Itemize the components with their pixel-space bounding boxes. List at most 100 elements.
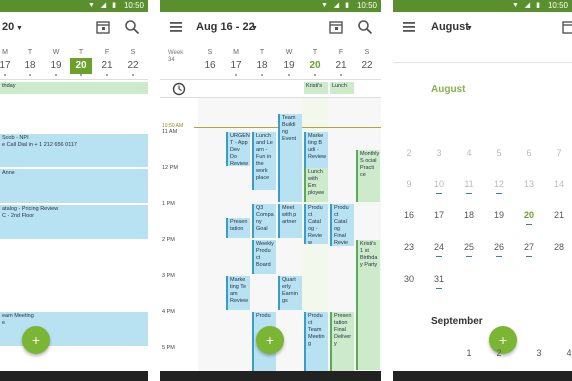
calendar-today-icon[interactable] — [95, 19, 111, 35]
dropdown-arrow-icon[interactable]: ▼ — [251, 25, 258, 32]
calendar-today-icon[interactable] — [561, 19, 572, 35]
event-scob-npi[interactable]: Scob - NPI e Call Dial in + 1 212 656 01… — [0, 134, 148, 167]
month-day-26[interactable]: 26 — [488, 242, 510, 252]
weekday-19[interactable]: W 19 — [278, 44, 300, 76]
search-icon[interactable] — [124, 19, 140, 35]
month-day-4[interactable]: 4 — [458, 148, 480, 158]
event-quarterly-earnings[interactable]: Quart erly Earnin gs — [278, 276, 302, 310]
event-team-building[interactable]: Team Buildi ng Event — [278, 114, 302, 202]
event-presentation-final[interactable]: Presen tation Final Deliver y — [330, 312, 354, 372]
month-day-24[interactable]: 24 — [428, 242, 450, 252]
month-day-27[interactable]: 27 — [518, 242, 540, 252]
event-lunch-and-learn[interactable]: Lunch and Le arn - Fun in the work place — [252, 132, 276, 190]
month-day-6[interactable]: 6 — [518, 148, 540, 158]
month-day-12[interactable]: 12 — [488, 179, 510, 189]
nav-bar — [160, 371, 381, 381]
month-day-23[interactable]: 23 — [398, 242, 420, 252]
event-lunch-employee[interactable]: Lunch with Em ployee — [304, 168, 328, 202]
status-bar: ▼ ◢ ▮ 10:50 — [0, 0, 148, 12]
weekday-16[interactable]: S 16 — [199, 44, 221, 74]
status-bar: ▼ ◢ ▮ 10:50 — [393, 0, 572, 12]
phone-week-view: ▼ ◢ ▮ 10:50 Aug 16 - 22 ▼ Week 34 S 16 M1… — [160, 0, 381, 381]
month-day-11[interactable]: 11 — [458, 179, 480, 189]
weekday-20-today[interactable]: T 20 — [304, 44, 326, 76]
toolbar-title[interactable]: August — [431, 21, 469, 33]
event-urgent-app-dev[interactable]: URGEN T - App Dev Do Review — [226, 132, 250, 166]
month-day-30[interactable]: 30 — [398, 274, 420, 284]
event-dot — [29, 74, 31, 76]
search-icon[interactable] — [357, 19, 373, 35]
toolbar: 20 ▼ — [0, 12, 148, 44]
event-indicator — [466, 193, 472, 194]
event-dot — [55, 74, 57, 76]
month-day-9[interactable]: 9 — [398, 179, 420, 189]
month-day-3[interactable]: 3 — [428, 148, 450, 158]
calendar-today-icon[interactable] — [328, 19, 344, 35]
weekday-17[interactable]: M 17 — [0, 44, 16, 76]
event-birthday[interactable]: thday — [0, 82, 148, 94]
weekday-22[interactable]: S 22 — [356, 44, 378, 74]
hour-label: 12 PM — [162, 165, 178, 171]
allday-event-lunch[interactable]: Lunch — [330, 82, 354, 94]
month-day-18[interactable]: 18 — [458, 210, 480, 220]
time-zone-clock-icon[interactable] — [172, 82, 186, 96]
status-bar: ▼ ◢ ▮ 10:50 — [160, 0, 381, 12]
weekday-18[interactable]: T 18 — [251, 44, 273, 76]
sep-day-1[interactable]: 1 — [458, 348, 480, 358]
event-product-catalog-final[interactable]: Produ ct Catal og Final Revie w — [330, 204, 354, 246]
event-catalog-pricing[interactable]: atalog - Pricing Review C - 2nd Floor — [0, 205, 148, 239]
month-day-21[interactable]: 21 — [548, 210, 570, 220]
dropdown-arrow-icon[interactable]: ▼ — [466, 25, 473, 32]
toolbar-title[interactable]: 20 — [2, 21, 14, 33]
month-day-31[interactable]: 31 — [428, 274, 450, 284]
sep-day-3[interactable]: 3 — [528, 348, 550, 358]
week-strip: Week 34 S 16 M 17 T 18 W 19 T 20 F 21 S 22 — [160, 44, 381, 80]
month-day-7[interactable]: 7 — [548, 148, 570, 158]
sep-day-4[interactable]: 4 — [558, 348, 572, 358]
month-day-5[interactable]: 5 — [488, 148, 510, 158]
add-event-button[interactable]: + — [22, 326, 50, 354]
toolbar: Aug 16 - 22 ▼ — [160, 12, 381, 44]
weekday-21[interactable]: F 21 — [96, 44, 118, 76]
weekday-22[interactable]: S 22 — [122, 44, 144, 76]
event-meet-partner[interactable]: Meet with p artner — [278, 204, 302, 238]
event-monthly-social[interactable]: Monthly S ocial Practi ce — [356, 150, 380, 202]
event-presentation[interactable]: Presen tation — [226, 218, 250, 238]
event-kristis-birthday[interactable]: Kristi's 1 st Birthda y Party — [356, 240, 380, 370]
event-indicator — [526, 224, 532, 225]
weekday-17[interactable]: M 17 — [225, 44, 247, 76]
event-q3-company-goal[interactable]: Q3 Compa ny Goal — [252, 204, 276, 238]
month-day-16[interactable]: 16 — [398, 210, 420, 220]
weekday-20-selected[interactable]: T 20 — [70, 44, 92, 76]
event-dot — [340, 74, 342, 76]
event-dot — [261, 74, 263, 76]
event-marketing-budget[interactable]: Marke ting B udi - Review — [304, 132, 328, 168]
event-product-team-meeting[interactable]: Produ ct Team Meetin g — [304, 312, 328, 372]
weekday-21[interactable]: F 21 — [330, 44, 352, 76]
add-event-button[interactable]: + — [256, 326, 284, 354]
weekday-18[interactable]: T 18 — [19, 44, 41, 76]
month-day-20[interactable]: 20 — [518, 210, 540, 220]
month-day-25[interactable]: 25 — [458, 242, 480, 252]
month-day-2[interactable]: 2 — [398, 148, 420, 158]
month-day-28[interactable]: 28 — [548, 242, 570, 252]
month-day-10[interactable]: 10 — [428, 179, 450, 189]
event-product-catalog-review[interactable]: Produ ct Catal og - Revie w — [304, 204, 328, 244]
menu-icon[interactable] — [401, 19, 417, 35]
phone-month-view: ▼ ◢ ▮ 10:50 August ▼ August September + … — [393, 0, 572, 381]
weekday-19[interactable]: W 19 — [45, 44, 67, 76]
event-weekly-product-board[interactable]: Weekly Produ ct Board — [252, 240, 276, 274]
event-marketing-team-review[interactable]: Marke ting Te am Review — [226, 276, 250, 310]
sep-day-2[interactable]: 2 — [488, 348, 510, 358]
menu-icon[interactable] — [168, 19, 184, 35]
allday-event-kristis[interactable]: Kristi's — [304, 82, 328, 94]
month-day-13[interactable]: 13 — [518, 179, 540, 189]
month-day-17[interactable]: 17 — [428, 210, 450, 220]
dropdown-arrow-icon[interactable]: ▼ — [16, 25, 23, 32]
month-day-14[interactable]: 14 — [548, 179, 570, 189]
status-icons: ▼ ◢ ▮ — [320, 2, 351, 9]
toolbar-title[interactable]: Aug 16 - 22 — [196, 21, 255, 33]
month-day-19[interactable]: 19 — [488, 210, 510, 220]
event-anne[interactable]: Anne — [0, 169, 148, 203]
phone-day-view: ▼ ◢ ▮ 10:50 20 ▼ M 17 T 18 W 19 T 20 F 21 S 22… — [0, 0, 148, 381]
